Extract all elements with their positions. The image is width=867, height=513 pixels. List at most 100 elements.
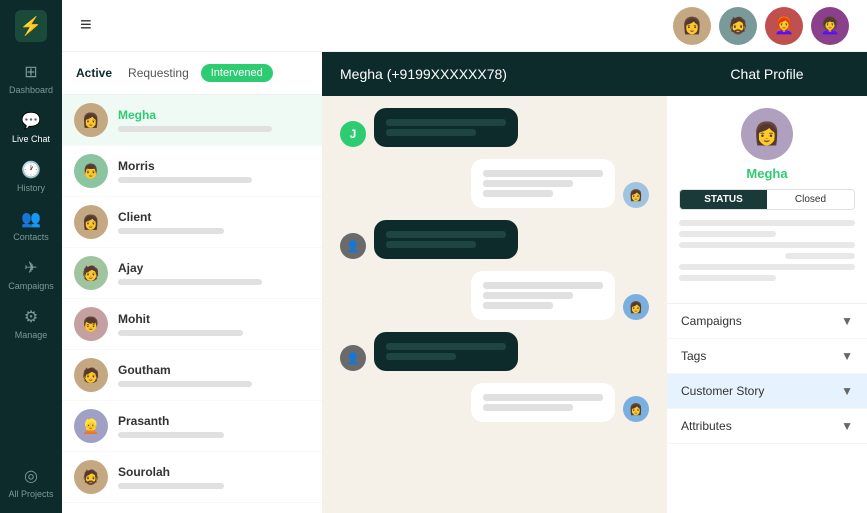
status-value: Closed (767, 190, 854, 209)
contacts-icon: 👥 (21, 209, 41, 229)
contact-item-ajay[interactable]: 🧑 Ajay (62, 248, 322, 299)
sidebar-item-history[interactable]: 🕐 History (0, 154, 62, 199)
message-row-4: 👩 (340, 271, 649, 320)
dropdown-attributes[interactable]: Attributes ▼ (667, 409, 867, 444)
chevron-down-icon: ▼ (841, 349, 853, 363)
contact-preview-prasanth (118, 432, 224, 438)
chat-header: Megha (+9199XXXXXX78) (322, 52, 667, 96)
sidebar-item-label: Contacts (13, 232, 49, 242)
contact-item-goutham[interactable]: 🧑 Goutham (62, 350, 322, 401)
msg-bubble-6 (471, 383, 615, 422)
msg-bubble-2 (471, 159, 615, 208)
msg-bubble-5 (374, 332, 518, 371)
msg-avatar-5: 👤 (340, 345, 366, 371)
dropdown-customer-story[interactable]: Customer Story ▼ (667, 374, 867, 409)
status-label: STATUS (680, 190, 767, 209)
dropdown-campaigns[interactable]: Campaigns ▼ (667, 304, 867, 339)
dropdown-customer-story-label: Customer Story (681, 384, 764, 398)
profile-header-title: Chat Profile (730, 66, 803, 82)
tab-requesting[interactable]: Requesting (124, 64, 193, 82)
avatar-client: 👩 (74, 205, 108, 239)
contact-panel: Active Requesting Intervened 👩 Megha 👨 (62, 52, 322, 513)
avatar-goutham: 🧑 (74, 358, 108, 392)
message-row-2: 👩 (340, 159, 649, 208)
contact-item-morris[interactable]: 👨 Morris (62, 146, 322, 197)
chat-panel: Megha (+9199XXXXXX78) J 👩 (322, 52, 667, 513)
msg-bubble-1 (374, 108, 518, 147)
sidebar-item-dashboard[interactable]: ⊞ Dashboard (0, 56, 62, 101)
top-avatars-container: 👩 🧔 👩‍🦰 👩‍🦱 (673, 7, 849, 45)
sidebar-item-label: Live Chat (12, 134, 50, 144)
sidebar-item-label: All Projects (8, 489, 53, 499)
contact-name-goutham: Goutham (118, 363, 310, 377)
contact-preview-mohit (118, 330, 243, 336)
msg-bubble-4 (471, 271, 615, 320)
contact-item-megha[interactable]: 👩 Megha (62, 95, 322, 146)
top-avatar-3: 👩‍🦰 (765, 7, 803, 45)
sidebar-item-label: Campaigns (8, 281, 54, 291)
contact-preview-morris (118, 177, 252, 183)
sidebar-item-label: Dashboard (9, 85, 53, 95)
profile-body: 👩 Megha STATUS Closed (667, 96, 867, 303)
profile-name: Megha (746, 166, 787, 181)
sidebar-item-campaigns[interactable]: ✈ Campaigns (0, 252, 62, 297)
all-projects-icon: ◎ (24, 466, 38, 486)
chevron-down-icon: ▼ (841, 419, 853, 433)
profile-dropdowns: Campaigns ▼ Tags ▼ Customer Story ▼ Attr… (667, 303, 867, 444)
chat-header-title: Megha (+9199XXXXXX78) (340, 66, 507, 82)
contact-item-prasanth[interactable]: 👱 Prasanth (62, 401, 322, 452)
top-avatar-2: 🧔 (719, 7, 757, 45)
sidebar-item-manage[interactable]: ⚙ Manage (0, 301, 62, 346)
top-avatar-4: 👩‍🦱 (811, 7, 849, 45)
contact-name-prasanth: Prasanth (118, 414, 310, 428)
contact-item-mohit[interactable]: 👦 Mohit (62, 299, 322, 350)
hamburger-icon[interactable]: ≡ (80, 14, 92, 37)
sidebar-item-live-chat[interactable]: 💬 Live Chat (0, 105, 62, 150)
profile-info-lines (679, 220, 855, 281)
contact-name-ajay: Ajay (118, 261, 310, 275)
sidebar-item-label: Manage (15, 330, 48, 340)
dropdown-tags-label: Tags (681, 349, 706, 363)
msg-avatar-3: 👤 (340, 233, 366, 259)
dropdown-tags[interactable]: Tags ▼ (667, 339, 867, 374)
sidebar-item-label: History (17, 183, 45, 193)
chat-messages: J 👩 👤 (322, 96, 667, 513)
msg-avatar-4: 👩 (623, 294, 649, 320)
contact-list: 👩 Megha 👨 Morris 👩 (62, 95, 322, 513)
live-chat-icon: 💬 (21, 111, 41, 131)
contact-tabs: Active Requesting Intervened (62, 52, 322, 95)
avatar-mohit: 👦 (74, 307, 108, 341)
sidebar-logo: ⚡ (13, 8, 49, 44)
avatar-morris: 👨 (74, 154, 108, 188)
msg-avatar-1: J (340, 121, 366, 147)
contact-preview-megha (118, 126, 272, 132)
dropdown-attributes-label: Attributes (681, 419, 732, 433)
contact-preview-ajay (118, 279, 262, 285)
contact-name-sourolah: Sourolah (118, 465, 310, 479)
contact-item-sourolah[interactable]: 🧔 Sourolah (62, 452, 322, 503)
message-row-3: 👤 (340, 220, 649, 259)
message-row-1: J (340, 108, 649, 147)
msg-bubble-3 (374, 220, 518, 259)
chevron-down-icon: ▼ (841, 384, 853, 398)
campaigns-icon: ✈ (24, 258, 37, 278)
sidebar-item-all-projects[interactable]: ◎ All Projects (0, 460, 62, 505)
tab-active[interactable]: Active (72, 64, 116, 82)
tab-intervened[interactable]: Intervened (201, 64, 273, 82)
sidebar-item-contacts[interactable]: 👥 Contacts (0, 203, 62, 248)
profile-avatar: 👩 (741, 108, 793, 160)
contact-item-client[interactable]: 👩 Client (62, 197, 322, 248)
top-avatar-1: 👩 (673, 7, 711, 45)
contact-name-mohit: Mohit (118, 312, 310, 326)
sidebar: ⚡ ⊞ Dashboard 💬 Live Chat 🕐 History 👥 Co… (0, 0, 62, 513)
profile-status-row: STATUS Closed (679, 189, 855, 210)
contact-preview-client (118, 228, 224, 234)
svg-text:⚡: ⚡ (20, 15, 42, 37)
contact-name-client: Client (118, 210, 310, 224)
message-row-6: 👩 (340, 383, 649, 422)
msg-avatar-6: 👩 (623, 396, 649, 422)
chevron-down-icon: ▼ (841, 314, 853, 328)
manage-icon: ⚙ (24, 307, 38, 327)
contact-name-megha: Megha (118, 108, 310, 122)
dropdown-campaigns-label: Campaigns (681, 314, 742, 328)
